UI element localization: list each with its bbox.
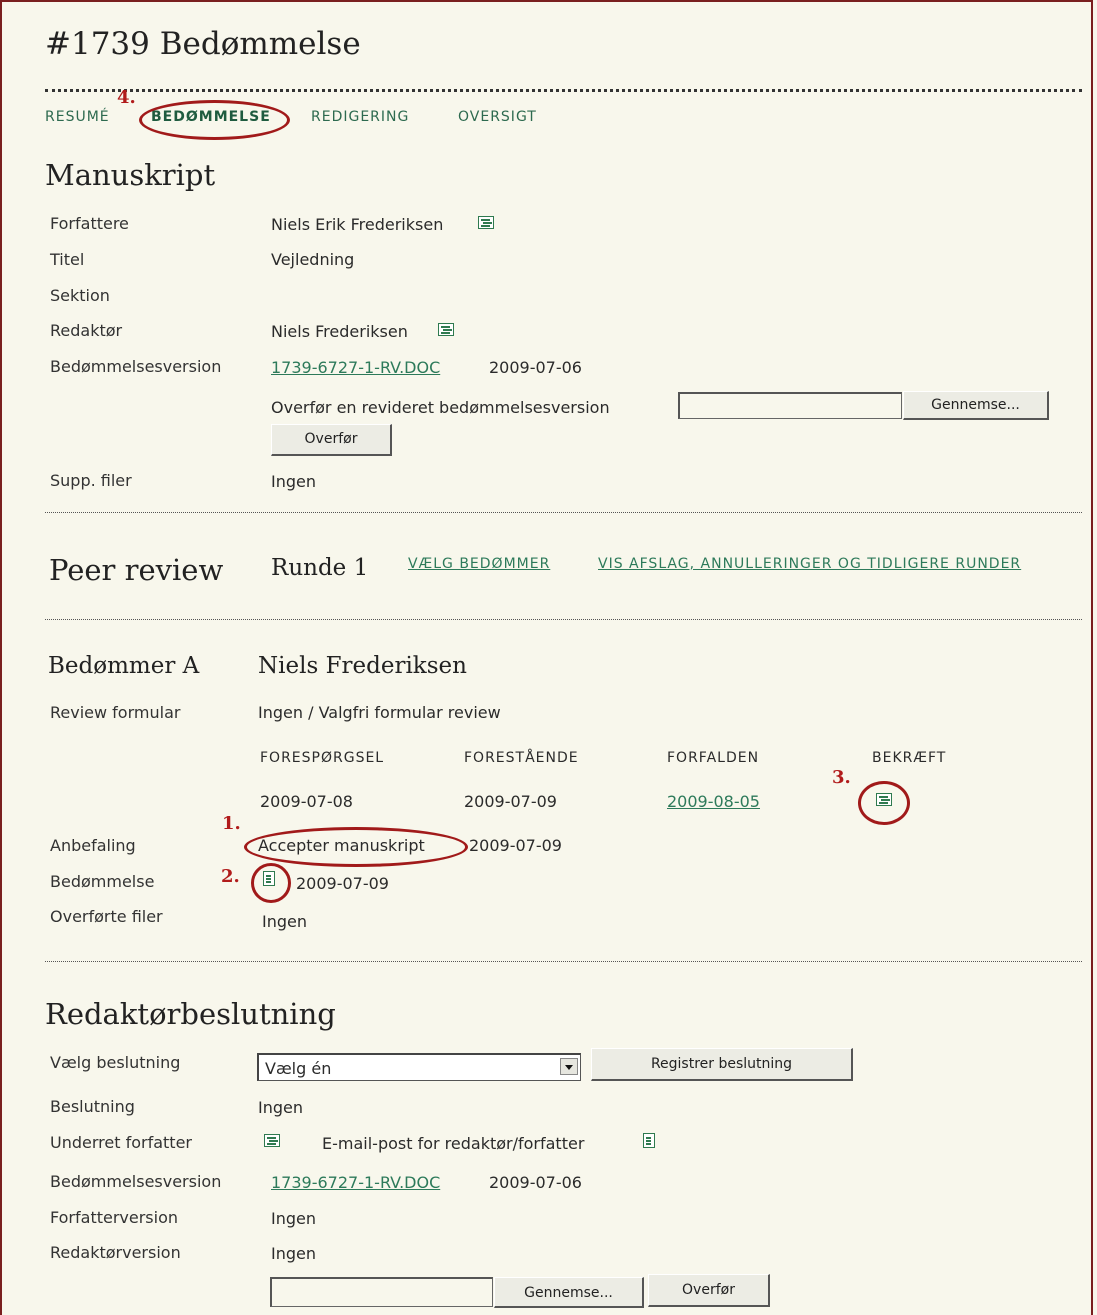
editor-version-file-field[interactable]: [270, 1277, 493, 1307]
email-editor-icon[interactable]: [438, 323, 454, 336]
review-label: Bedømmelse: [50, 872, 155, 891]
recommendation-date: 2009-07-09: [469, 836, 562, 855]
upload-revision-label: Overfør en revideret bedømmelsesversion: [271, 398, 610, 417]
annotation-3: 3.: [832, 767, 851, 788]
notify-author-email-icon[interactable]: [264, 1134, 280, 1147]
review-version-date: 2009-07-06: [489, 358, 582, 377]
date-underway: 2009-07-09: [464, 792, 557, 811]
supp-files-value: Ingen: [271, 472, 316, 491]
uploaded-files-label: Overførte filer: [50, 907, 163, 926]
authors-value: Niels Erik Frederiksen: [271, 215, 444, 234]
choose-decision-label: Vælg beslutning: [50, 1053, 181, 1072]
date-request: 2009-07-08: [260, 792, 353, 811]
editor-label: Redaktør: [50, 321, 123, 340]
decision-select-value: Vælg én: [265, 1059, 332, 1078]
editor-value: Niels Frederiksen: [271, 322, 408, 341]
manuscript-heading: Manuskript: [45, 158, 216, 192]
divider: [45, 619, 1082, 620]
section-label: Sektion: [50, 286, 110, 305]
tab-overview[interactable]: OVERSIGT: [458, 109, 537, 125]
review-form-value: Ingen / Valgfri formular review: [258, 703, 501, 722]
supp-files-label: Supp. filer: [50, 471, 132, 490]
decision-label: Beslutning: [50, 1097, 135, 1116]
editor-version-value: Ingen: [271, 1244, 316, 1263]
email-log-label: E-mail-post for redaktør/forfatter: [322, 1134, 585, 1153]
divider: [45, 961, 1082, 962]
notify-author-label: Underret forfatter: [50, 1133, 192, 1152]
annotation-4: 4.: [117, 87, 136, 108]
editor-version-label: Redaktørversion: [50, 1243, 181, 1262]
round-label: Runde 1: [271, 555, 369, 581]
title-label: Titel: [50, 250, 85, 269]
review-version-label: Bedømmelsesversion: [50, 357, 222, 376]
peer-review-heading: Peer review: [49, 553, 224, 587]
decision-heading: Redaktørbeslutning: [45, 997, 336, 1031]
title-value: Vejledning: [271, 250, 355, 269]
annotation-ring-4: [139, 100, 290, 140]
review-version-file-link[interactable]: 1739-6727-1-RV.DOC: [271, 358, 440, 377]
decision-select[interactable]: Vælg én: [257, 1053, 581, 1081]
reviewer-label: Bedømmer A: [48, 653, 200, 679]
tab-resume[interactable]: RESUMÉ: [45, 109, 110, 125]
review-form-label: Review formular: [50, 703, 181, 722]
decision-browse-button[interactable]: Gennemse...: [494, 1277, 644, 1308]
author-version-value: Ingen: [271, 1209, 316, 1228]
col-request: FORESPØRGSEL: [260, 750, 385, 766]
register-decision-button[interactable]: Registrer beslutning: [591, 1048, 853, 1081]
annotation-ring-1: [244, 827, 468, 867]
page-title: #1739 Bedømmelse: [45, 26, 361, 62]
recommendation-label: Anbefaling: [50, 836, 136, 855]
annotation-ring-2: [251, 863, 291, 903]
divider: [45, 512, 1082, 513]
decision-value: Ingen: [258, 1098, 303, 1117]
tab-editing[interactable]: REDIGERING: [311, 109, 409, 125]
annotation-1: 1.: [222, 813, 241, 834]
author-version-label: Forfatterversion: [50, 1208, 179, 1227]
title-divider: [45, 89, 1082, 92]
browse-button[interactable]: Gennemse...: [903, 391, 1049, 420]
col-acknowledge: BEKRÆFT: [872, 750, 947, 766]
annotation-2: 2.: [221, 866, 240, 887]
reviewer-name: Niels Frederiksen: [258, 653, 467, 679]
decision-review-version-label: Bedømmelsesversion: [50, 1172, 222, 1191]
date-due-link[interactable]: 2009-08-05: [667, 792, 760, 811]
show-rejections-link[interactable]: VIS AFSLAG, ANNULLERINGER OG TIDLIGERE R…: [598, 556, 1021, 572]
uploaded-files-value: Ingen: [262, 912, 307, 931]
email-author-icon[interactable]: [478, 216, 494, 229]
email-log-document-icon[interactable]: [643, 1133, 655, 1148]
chevron-down-icon: [560, 1058, 578, 1075]
review-date: 2009-07-09: [296, 874, 389, 893]
decision-review-version-date: 2009-07-06: [489, 1173, 582, 1192]
decision-upload-button[interactable]: Overfør: [648, 1274, 770, 1307]
revision-file-field[interactable]: [678, 392, 902, 419]
upload-button[interactable]: Overfør: [271, 424, 392, 456]
col-due: FORFALDEN: [667, 750, 760, 766]
authors-label: Forfattere: [50, 214, 129, 233]
decision-review-version-file-link[interactable]: 1739-6727-1-RV.DOC: [271, 1173, 440, 1192]
col-underway: FORESTÅENDE: [464, 750, 579, 766]
annotation-ring-3: [858, 781, 910, 825]
select-reviewer-link[interactable]: VÆLG BEDØMMER: [408, 556, 550, 572]
